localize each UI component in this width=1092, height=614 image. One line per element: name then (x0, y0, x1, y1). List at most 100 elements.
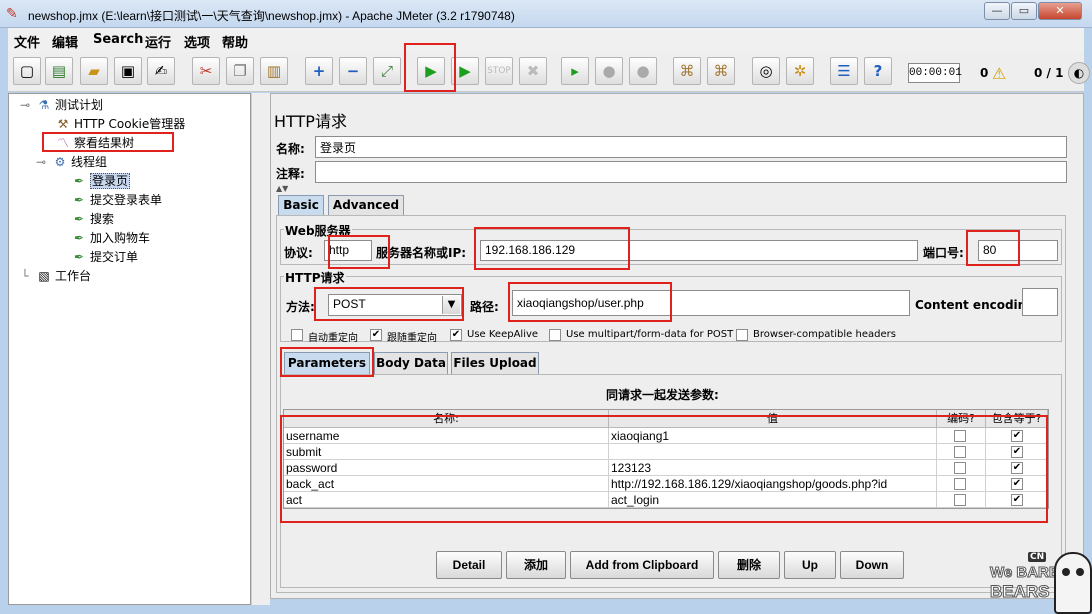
pipette-icon: ✒ (73, 250, 85, 264)
search-icon[interactable]: ◎ (752, 57, 780, 85)
param-equals-checkbox[interactable]: ✔ (1011, 478, 1023, 490)
save-as-icon[interactable]: ✍ (147, 57, 175, 85)
tree-node-sampler-add-cart[interactable]: ✒ 加入购物车 (71, 229, 150, 246)
column-header-include-equals[interactable]: 包含等于? (986, 410, 1048, 428)
add-button[interactable]: 添加 (506, 551, 566, 579)
tree-node-sampler-submit-login[interactable]: ✒ 提交登录表单 (71, 191, 162, 208)
tree-node-sampler-submit-order[interactable]: ✒ 提交订单 (71, 248, 138, 265)
column-header-name[interactable]: 名称: (284, 410, 609, 428)
menu-help[interactable]: 帮助 (222, 32, 248, 51)
tab-basic[interactable]: Basic (278, 195, 324, 215)
param-name-cell[interactable]: submit (284, 444, 609, 460)
close-button[interactable]: ✕ (1038, 2, 1082, 20)
tab-files-upload[interactable]: Files Upload (451, 352, 539, 374)
param-value-cell[interactable] (609, 444, 937, 460)
delete-button[interactable]: 删除 (718, 551, 780, 579)
param-value-cell[interactable]: xiaoqiang1 (609, 428, 937, 444)
watermark-line-2: BEARS (990, 582, 1051, 602)
port-input[interactable]: 80 (978, 240, 1058, 261)
param-name-cell[interactable]: password (284, 460, 609, 476)
multipart-checkbox[interactable] (549, 329, 561, 341)
menu-file[interactable]: 文件 (14, 32, 40, 51)
content-encoding-input[interactable] (1022, 288, 1058, 316)
pipette-icon: ✒ (73, 193, 85, 207)
remote-shutdown-icon[interactable]: ● (629, 57, 657, 85)
param-equals-checkbox[interactable]: ✔ (1011, 446, 1023, 458)
clear-icon[interactable]: ⌘ (673, 57, 701, 85)
chevron-down-icon[interactable]: ▼ (442, 296, 460, 314)
param-equals-checkbox[interactable]: ✔ (1011, 430, 1023, 442)
param-name-cell[interactable]: back_act (284, 476, 609, 492)
tab-parameters[interactable]: Parameters (284, 352, 370, 374)
tree-node-workbench[interactable]: └ ▧ 工作台 (17, 267, 91, 284)
paste-icon[interactable]: ▥ (260, 57, 288, 85)
param-name-cell[interactable]: username (284, 428, 609, 444)
stop-icon[interactable]: STOP (485, 57, 513, 85)
collapse-arrows-icon[interactable]: ▲▼ (276, 184, 298, 193)
minimize-button[interactable]: — (984, 2, 1010, 20)
split-pane-divider[interactable] (252, 93, 270, 605)
copy-icon[interactable]: ❐ (226, 57, 254, 85)
restore-button[interactable]: ▭ (1011, 2, 1037, 20)
start-icon[interactable]: ▶ (417, 57, 445, 85)
follow-redirect-checkbox[interactable]: ✔ (370, 329, 382, 341)
up-button[interactable]: Up (784, 551, 836, 579)
reset-search-icon[interactable]: ✲ (786, 57, 814, 85)
workbench-icon: ▧ (38, 269, 50, 283)
tree-node-sampler-search[interactable]: ✒ 搜索 (71, 210, 114, 227)
tree-node-cookie-manager[interactable]: ⚒ HTTP Cookie管理器 (55, 115, 186, 132)
expand-all-icon[interactable]: + (305, 57, 333, 85)
param-name-cell[interactable]: act (284, 492, 609, 508)
open-icon[interactable]: ▰ (80, 57, 108, 85)
menu-options[interactable]: 选项 (184, 32, 210, 51)
tools-icon: ⚒ (57, 117, 69, 131)
param-equals-checkbox[interactable]: ✔ (1011, 462, 1023, 474)
param-value-cell[interactable]: http://192.168.186.129/xiaoqiangshop/goo… (609, 476, 937, 492)
param-encode-checkbox[interactable] (954, 430, 966, 442)
param-value-cell[interactable]: 123123 (609, 460, 937, 476)
templates-icon[interactable]: ▤ (45, 57, 73, 85)
remote-start-icon[interactable]: ▸ (561, 57, 589, 85)
down-button[interactable]: Down (840, 551, 904, 579)
new-icon[interactable]: ▢ (13, 57, 41, 85)
param-encode-checkbox[interactable] (954, 478, 966, 490)
remote-stop-icon[interactable]: ● (595, 57, 623, 85)
tree-node-result-tree[interactable]: 〽察看结果树 (55, 134, 134, 151)
menu-edit[interactable]: 编辑 (52, 32, 78, 51)
auto-redirect-checkbox[interactable] (291, 329, 303, 341)
log-toggle-icon[interactable]: ◐ (1068, 62, 1090, 84)
start-no-timers-icon[interactable]: ▶ (451, 57, 479, 85)
tree-node-sampler-login[interactable]: ✒ 登录页 (71, 172, 131, 189)
tree-node-test-plan[interactable]: ⊸ ⚗ 测试计划 (17, 96, 103, 113)
browser-headers-checkbox[interactable] (736, 329, 748, 341)
menu-run[interactable]: 运行 (145, 32, 171, 51)
column-header-encode[interactable]: 编码? (937, 410, 986, 428)
column-header-value[interactable]: 值 (609, 410, 937, 428)
tree-node-thread-group[interactable]: ⊸ ⚙ 线程组 (33, 153, 107, 170)
toggle-icon[interactable]: ⤢ (373, 57, 401, 85)
add-from-clipboard-button[interactable]: Add from Clipboard (570, 551, 714, 579)
warning-icon[interactable]: ⚠ (992, 64, 1006, 83)
path-input[interactable]: xiaoqiangshop/user.php (512, 290, 910, 316)
param-encode-checkbox[interactable] (954, 446, 966, 458)
param-value-cell[interactable]: act_login (609, 492, 937, 508)
tab-body-data[interactable]: Body Data (374, 352, 448, 374)
clear-all-icon[interactable]: ⌘ (707, 57, 735, 85)
comment-input[interactable] (315, 161, 1067, 183)
param-encode-checkbox[interactable] (954, 462, 966, 474)
menu-search[interactable]: Search (93, 32, 143, 47)
server-input[interactable]: 192.168.186.129 (480, 240, 918, 261)
tab-advanced[interactable]: Advanced (328, 195, 404, 215)
detail-button[interactable]: Detail (436, 551, 502, 579)
name-input[interactable]: 登录页 (315, 136, 1067, 158)
param-equals-checkbox[interactable]: ✔ (1011, 494, 1023, 506)
help-icon[interactable]: ? (864, 57, 892, 85)
shutdown-icon[interactable]: ✖ (519, 57, 547, 85)
param-encode-checkbox[interactable] (954, 494, 966, 506)
keepalive-checkbox[interactable]: ✔ (450, 329, 462, 341)
protocol-input[interactable]: http (324, 240, 372, 261)
cut-icon[interactable]: ✂ (192, 57, 220, 85)
collapse-all-icon[interactable]: − (339, 57, 367, 85)
function-helper-icon[interactable]: ☰ (830, 57, 858, 85)
save-icon[interactable]: ▣ (114, 57, 142, 85)
